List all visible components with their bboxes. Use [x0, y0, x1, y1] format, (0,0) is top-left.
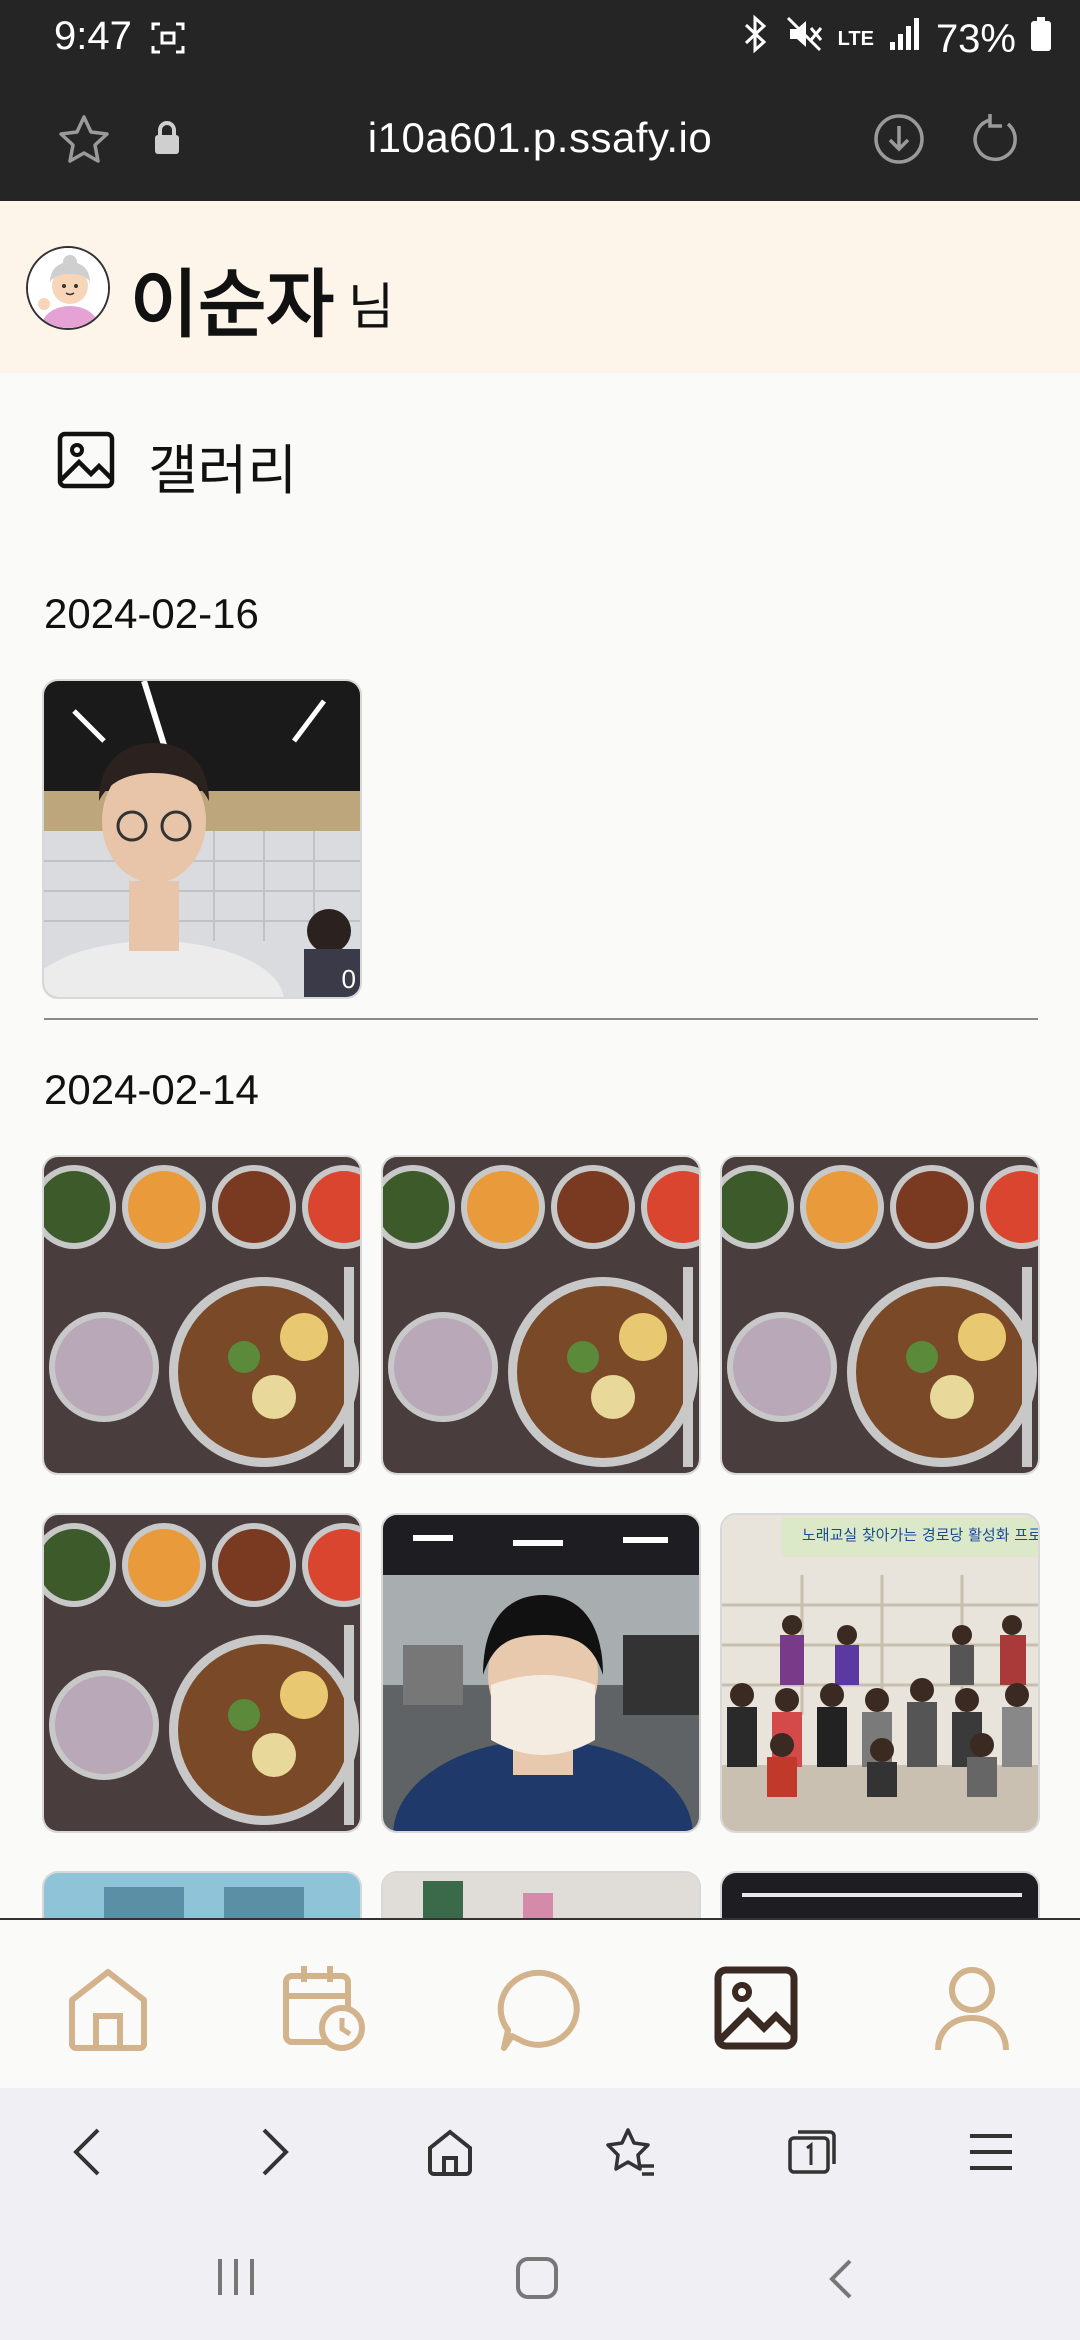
page-title: 갤러리: [148, 441, 298, 501]
gallery-photo[interactable]: [381, 1155, 701, 1475]
recent-apps-icon[interactable]: [214, 2257, 258, 2302]
download-icon[interactable]: [872, 112, 926, 171]
gallery-photo[interactable]: [381, 1513, 701, 1833]
back-nav-icon[interactable]: [820, 2257, 860, 2306]
reload-icon[interactable]: [968, 112, 1022, 171]
system-nav-bar: [0, 2213, 1080, 2340]
status-time: 9:47: [54, 14, 132, 58]
gallery-photo[interactable]: [42, 1155, 362, 1475]
menu-icon[interactable]: [966, 2124, 1016, 2185]
browser-url-bar: i10a601.p.ssafy.io: [0, 78, 1080, 201]
network-type: LTE: [837, 28, 874, 50]
bookmarks-icon[interactable]: [602, 2124, 658, 2185]
browser-toolbar: [0, 2088, 1080, 2213]
avatar[interactable]: [26, 246, 110, 330]
browser-home-icon[interactable]: [424, 2124, 476, 2185]
nav-profile-icon[interactable]: [922, 1958, 1022, 2058]
gallery-photo[interactable]: [42, 1513, 362, 1833]
home-nav-icon[interactable]: [514, 2255, 560, 2306]
nav-gallery-icon[interactable]: [706, 1958, 806, 2058]
back-icon[interactable]: [64, 2124, 114, 2185]
gallery-photo[interactable]: [42, 1871, 362, 1918]
battery-percent: 73%: [935, 16, 1016, 61]
photo-banner-text: 노래교실 찾아가는 경로당 활성화 프로: [802, 1526, 1040, 1544]
user-honorific: 님: [348, 279, 394, 335]
nav-calendar-icon[interactable]: [274, 1958, 374, 2058]
tabs-icon[interactable]: [784, 2124, 840, 2185]
date-heading: 2024-02-14: [44, 1066, 259, 1113]
bluetooth-icon: [740, 14, 770, 64]
gallery-photo[interactable]: [720, 1871, 1040, 1918]
gallery-photo[interactable]: [720, 1155, 1040, 1475]
signal-icon: [888, 16, 922, 62]
battery-icon: [1030, 16, 1052, 62]
screen-record-icon: [150, 20, 186, 61]
forward-icon[interactable]: [248, 2124, 298, 2185]
user-name: 이순자: [130, 263, 335, 346]
bottom-nav: [0, 1918, 1080, 2088]
gallery-photo[interactable]: 0: [42, 679, 362, 999]
mute-icon: [784, 14, 824, 64]
date-heading: 2024-02-16: [44, 590, 259, 637]
gallery-photo[interactable]: [381, 1871, 701, 1918]
nav-home-icon[interactable]: [58, 1958, 158, 2058]
gallery-icon: [56, 430, 116, 495]
status-bar: 9:47 LTE 73%: [0, 0, 1080, 78]
nav-chat-icon[interactable]: [490, 1958, 590, 2058]
date-divider: [44, 1018, 1038, 1020]
photo-badge: 0: [341, 964, 356, 994]
profile-header: 이순자 님: [0, 201, 1080, 373]
gallery-photo[interactable]: 노래교실 찾아가는 경로당 활성화 프로: [720, 1513, 1040, 1833]
